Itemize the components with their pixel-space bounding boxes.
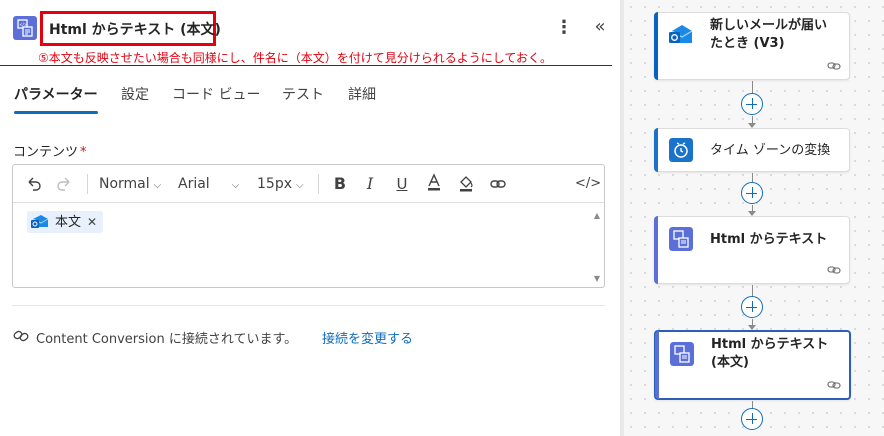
tab-code-view[interactable]: コード ビュー xyxy=(172,86,260,108)
bold-button[interactable]: B xyxy=(329,173,351,195)
add-step-icon[interactable] xyxy=(741,296,763,318)
code-view-icon[interactable]: </> xyxy=(575,173,601,195)
tab-test[interactable]: テスト xyxy=(282,86,324,108)
card-accent-bar xyxy=(654,128,658,172)
card-title-line: たとき (V3) xyxy=(710,36,785,51)
card-accent-bar xyxy=(654,12,658,80)
card-accent-bar xyxy=(654,216,658,284)
card-title-line: Html からテキスト xyxy=(711,337,829,352)
chevron-down-icon: ⌵ xyxy=(153,180,162,191)
redo-icon[interactable] xyxy=(53,173,75,195)
toolbar-separator xyxy=(318,174,319,194)
font-family-select[interactable]: Arial ⌵ xyxy=(178,173,239,195)
highlight-color-icon[interactable] xyxy=(455,173,477,195)
add-step-icon[interactable] xyxy=(741,93,763,115)
outlook-mail-icon xyxy=(31,215,49,228)
content-field-label: コンテンツ * xyxy=(13,141,87,160)
content-editor[interactable]: Normal ⌵ Arial ⌵ 15px ⌵ B I U </> 本文 ✕ ▲… xyxy=(12,164,605,288)
link-icon[interactable] xyxy=(487,173,509,195)
connection-status-text: Content Conversion に接続されています。 xyxy=(36,332,298,347)
italic-button[interactable]: I xyxy=(359,173,381,195)
card-title: タイム ゾーンの変換 xyxy=(710,143,831,158)
toolbar-separator xyxy=(87,174,88,194)
editor-body[interactable]: 本文 ✕ ▲ ▼ xyxy=(13,203,604,287)
dynamic-content-token[interactable]: 本文 ✕ xyxy=(27,211,104,233)
flow-card-html-to-text[interactable]: Html からテキスト xyxy=(654,216,850,284)
add-step-icon[interactable] xyxy=(741,408,763,430)
card-title-line: 新しいメールが届い xyxy=(710,18,828,33)
card-title: 新しいメールが届い たとき (V3) xyxy=(710,17,827,53)
action-details-panel: </> Html からテキスト (本文) ⋮ « ⑤本文も反映させたい場合も同様… xyxy=(0,0,620,436)
card-accent-bar xyxy=(655,331,659,399)
undo-icon[interactable] xyxy=(23,173,45,195)
add-step-icon[interactable] xyxy=(741,182,763,204)
flow-card-convert-time-zone[interactable]: タイム ゾーンの変換 xyxy=(654,128,850,172)
underline-button[interactable]: U xyxy=(391,173,413,195)
scroll-down-icon[interactable]: ▼ xyxy=(594,274,600,283)
content-label-text: コンテンツ xyxy=(13,145,79,160)
font-color-icon[interactable] xyxy=(423,173,445,195)
connection-link-icon xyxy=(827,62,841,70)
font-size-select[interactable]: 15px ⌵ xyxy=(257,173,304,195)
more-options-icon[interactable]: ⋮ xyxy=(554,16,574,40)
collapse-panel-icon[interactable]: « xyxy=(590,16,610,40)
outlook-mail-icon xyxy=(669,25,693,43)
tab-parameters[interactable]: パラメーター xyxy=(14,86,98,114)
section-divider xyxy=(12,305,605,306)
title-highlight-box: Html からテキスト (本文) xyxy=(40,11,221,46)
html-to-text-icon: </> xyxy=(13,16,37,40)
flow-canvas[interactable]: 新しいメールが届い たとき (V3) タイム ゾーンの変換 Html からテキス… xyxy=(624,0,884,436)
page-title[interactable]: Html からテキスト (本文) xyxy=(49,19,221,39)
chevron-down-icon: ⌵ xyxy=(231,180,240,191)
tab-details[interactable]: 詳細 xyxy=(348,86,376,108)
svg-text:</>: </> xyxy=(19,22,27,27)
flow-card-new-email-trigger[interactable]: 新しいメールが届い たとき (V3) xyxy=(654,12,850,80)
connection-link-icon xyxy=(827,266,841,274)
html-to-text-icon xyxy=(670,342,694,366)
scroll-up-icon[interactable]: ▲ xyxy=(594,211,600,220)
flow-card-html-to-text-body[interactable]: Html からテキスト (本文) xyxy=(654,330,851,400)
editor-toolbar: Normal ⌵ Arial ⌵ 15px ⌵ B I U </> xyxy=(13,165,604,203)
remove-token-icon[interactable]: ✕ xyxy=(87,215,97,229)
card-title: Html からテキスト (本文) xyxy=(711,336,828,372)
header-underline xyxy=(0,65,612,66)
connection-link-icon xyxy=(13,330,29,342)
annotation-text: ⑤本文も反映させたい場合も同様にし、件名に（本文）を付けて見分けられるようにして… xyxy=(38,51,553,65)
card-title-line: (本文) xyxy=(711,355,749,370)
required-mark: * xyxy=(80,145,87,160)
chevron-down-icon: ⌵ xyxy=(296,180,304,191)
font-size-value: 15px xyxy=(257,176,292,192)
change-connection-link[interactable]: 接続を変更する xyxy=(322,328,413,347)
card-title: Html からテキスト xyxy=(710,232,828,247)
clock-icon xyxy=(669,138,693,162)
token-label: 本文 xyxy=(55,215,82,230)
html-to-text-icon xyxy=(669,227,693,251)
paragraph-format-select[interactable]: Normal ⌵ xyxy=(99,173,161,195)
paragraph-format-value: Normal xyxy=(99,176,150,192)
panel-header: </> Html からテキスト (本文) ⋮ « ⑤本文も反映させたい場合も同様… xyxy=(0,0,620,66)
tab-settings[interactable]: 設定 xyxy=(121,86,149,108)
connection-link-icon xyxy=(827,381,841,389)
font-family-value: Arial xyxy=(178,176,210,192)
